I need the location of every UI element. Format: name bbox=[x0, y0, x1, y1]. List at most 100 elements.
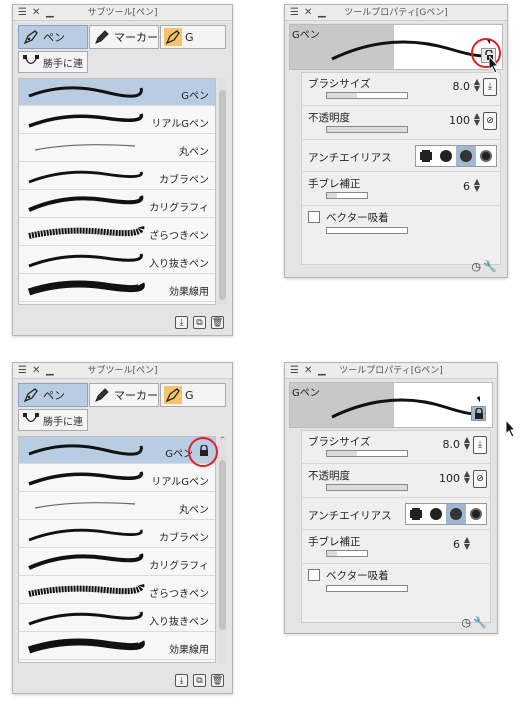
opacity-pressure-icon[interactable]: ⊘ bbox=[473, 470, 487, 488]
duplicate-icon[interactable]: ⧉ bbox=[193, 674, 206, 687]
duplicate-icon[interactable]: ⧉ bbox=[193, 316, 206, 329]
tab-marker[interactable]: マーカー bbox=[89, 383, 159, 407]
download-icon[interactable]: ⤓ bbox=[175, 674, 188, 687]
scroll-up-icon[interactable]: ^ bbox=[218, 436, 227, 444]
vector-slider[interactable] bbox=[326, 227, 408, 234]
scrollbar-thumb[interactable] bbox=[219, 90, 226, 300]
opacity-row: 不透明度 100 ▲ ▼ ⊘ bbox=[302, 465, 490, 498]
vector-row: ベクター吸着 bbox=[302, 565, 490, 599]
stabilize-slider[interactable] bbox=[326, 192, 368, 199]
brush-name: ざらつきペン bbox=[149, 589, 209, 600]
tab-custom[interactable]: 勝手に連 bbox=[18, 409, 88, 431]
vector-checkbox[interactable] bbox=[308, 211, 320, 223]
tab-pen[interactable]: ペン bbox=[18, 25, 88, 49]
tab-g[interactable]: G bbox=[160, 25, 226, 49]
pressure-icon[interactable]: ⤓ bbox=[473, 436, 487, 454]
toolprop-titlebar[interactable]: ☰ ✕ ▁ ツールプロパティ[Gペン] bbox=[285, 363, 497, 379]
brush-size-slider[interactable] bbox=[326, 450, 408, 457]
opacity-pressure-icon[interactable]: ⊘ bbox=[483, 112, 497, 130]
tab-marker-label: マーカー bbox=[114, 31, 158, 44]
brush-item[interactable]: 入り抜きペン bbox=[19, 605, 215, 632]
lock-button[interactable] bbox=[471, 406, 486, 421]
trash-icon[interactable]: 🗑 bbox=[211, 316, 224, 329]
brush-name: 入り抜きペン bbox=[149, 259, 209, 270]
brush-item[interactable]: 効果線用 bbox=[19, 633, 215, 660]
scrollbar-thumb[interactable] bbox=[219, 460, 226, 630]
aa-none-icon[interactable] bbox=[416, 146, 436, 166]
stabilize-value[interactable]: 6 bbox=[463, 180, 470, 193]
stabilize-slider[interactable] bbox=[326, 550, 368, 557]
brush-item[interactable]: カリグラフィ bbox=[19, 549, 215, 576]
tab-pen[interactable]: ペン bbox=[18, 383, 88, 407]
stabilize-spinner[interactable]: ▲ ▼ bbox=[464, 536, 470, 551]
trash-icon[interactable]: 🗑 bbox=[211, 674, 224, 687]
opacity-label: 不透明度 bbox=[308, 112, 350, 124]
toolprop-titlebar[interactable]: ☰ ✕ ▁ ツールプロパティ[Gペン] bbox=[285, 5, 507, 21]
tab-marker[interactable]: マーカー bbox=[89, 25, 159, 49]
brush-item[interactable]: カリグラフィ bbox=[19, 191, 215, 218]
subtool-titlebar[interactable]: ☰ ✕ ▁ サブツール[ペン] bbox=[13, 363, 232, 379]
mouse-cursor-top bbox=[489, 56, 500, 74]
brush-list-scrollbar[interactable] bbox=[218, 78, 227, 305]
stabilize-value[interactable]: 6 bbox=[453, 538, 460, 551]
stabilize-spinner[interactable]: ▲ ▼ bbox=[474, 178, 480, 193]
opacity-slider[interactable] bbox=[326, 126, 408, 133]
aa-medium-icon[interactable] bbox=[446, 504, 466, 524]
brush-size-spinner[interactable]: ▲ ▼ bbox=[474, 78, 480, 93]
brush-item[interactable]: カブラペン bbox=[19, 163, 215, 190]
bezier-icon bbox=[22, 53, 40, 71]
brush-item[interactable]: リアルGペン bbox=[19, 107, 215, 134]
opacity-slider[interactable] bbox=[326, 484, 408, 491]
aa-strong-icon[interactable] bbox=[466, 504, 486, 524]
aa-weak-icon[interactable] bbox=[426, 504, 446, 524]
brush-size-spinner[interactable]: ▲ ▼ bbox=[464, 436, 470, 451]
brush-name: カブラペン bbox=[159, 533, 209, 544]
brush-list: Gペン リアルGペン 丸ペン カブラペン カリグラフィ ざらつきペン 入り抜きペ… bbox=[18, 78, 216, 305]
wrench-icon[interactable]: 🔧 bbox=[473, 616, 487, 629]
tab-custom[interactable]: 勝手に連 bbox=[18, 51, 88, 73]
brush-name: 効果線用 bbox=[169, 645, 209, 656]
panel-title: サブツール[ペン] bbox=[87, 8, 158, 18]
reset-icon[interactable]: ◷ bbox=[471, 260, 481, 273]
vector-row: ベクター吸着 bbox=[302, 207, 500, 241]
opacity-value[interactable]: 100 bbox=[439, 472, 460, 485]
aa-medium-icon[interactable] bbox=[456, 146, 476, 166]
brush-item[interactable]: カブラペン bbox=[19, 521, 215, 548]
brush-item[interactable]: リアルGペン bbox=[19, 465, 215, 492]
opacity-spinner[interactable]: ▲ ▼ bbox=[474, 112, 480, 127]
subtool-titlebar[interactable]: ☰ ✕ ▁ サブツール[ペン] bbox=[13, 5, 232, 21]
aa-weak-icon[interactable] bbox=[436, 146, 456, 166]
brush-size-value[interactable]: 8.0 bbox=[443, 438, 461, 451]
brush-list-scrollbar[interactable]: ^ bbox=[218, 436, 227, 663]
brush-item[interactable]: 丸ペン bbox=[19, 135, 215, 162]
opacity-value[interactable]: 100 bbox=[449, 114, 470, 127]
opacity-spinner[interactable]: ▲ ▼ bbox=[464, 470, 470, 485]
brush-item[interactable]: Gペン bbox=[19, 79, 215, 106]
vector-checkbox[interactable] bbox=[308, 569, 320, 581]
aa-strong-icon[interactable] bbox=[476, 146, 496, 166]
aa-none-icon[interactable] bbox=[406, 504, 426, 524]
brush-name: カリグラフィ bbox=[149, 203, 209, 214]
brush-item[interactable]: 丸ペン bbox=[19, 493, 215, 520]
wrench-icon[interactable]: 🔧 bbox=[483, 260, 497, 273]
brush-preview: Gペン bbox=[289, 382, 493, 428]
brush-item[interactable]: ざらつきペン bbox=[19, 577, 215, 604]
brush-size-slider[interactable] bbox=[326, 92, 408, 99]
brush-item[interactable]: 効果線用 bbox=[19, 275, 215, 302]
download-icon[interactable]: ⤓ bbox=[175, 316, 188, 329]
brush-size-value[interactable]: 8.0 bbox=[453, 80, 471, 93]
brush-item[interactable]: 入り抜きペン bbox=[19, 247, 215, 274]
tab-g[interactable]: G bbox=[160, 383, 226, 407]
reset-icon[interactable]: ◷ bbox=[461, 616, 471, 629]
brush-size-row: ブラシサイズ 8.0 ▲ ▼ ⤓ bbox=[302, 73, 500, 106]
vector-label: ベクター吸着 bbox=[326, 212, 389, 224]
subtool-footer: ⤓ ⧉ 🗑 bbox=[175, 316, 224, 329]
brush-item[interactable]: Gペン bbox=[19, 437, 215, 464]
brush-name: 効果線用 bbox=[169, 287, 209, 298]
vector-slider[interactable] bbox=[326, 585, 408, 592]
brush-item[interactable]: ざらつきペン bbox=[19, 219, 215, 246]
pen-nib-icon bbox=[22, 28, 40, 46]
pressure-icon[interactable]: ⤓ bbox=[483, 78, 497, 96]
highlight-circle-bottom bbox=[188, 437, 218, 467]
tab-pen-label: ペン bbox=[43, 31, 65, 44]
